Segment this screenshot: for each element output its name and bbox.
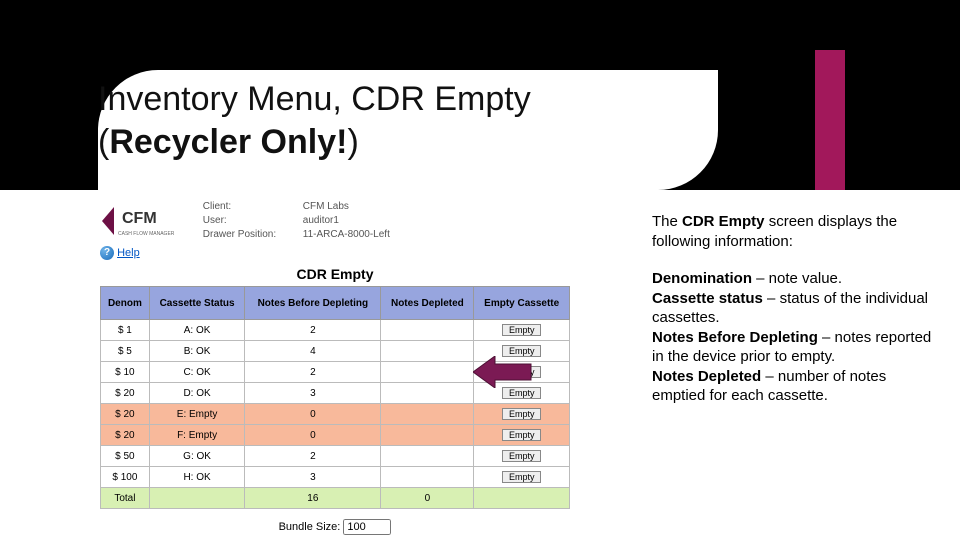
cell-status: F: Empty xyxy=(149,425,245,446)
cell-empty: Empty xyxy=(474,446,570,467)
cell-before: 0 xyxy=(245,425,381,446)
def-label: Notes Depleted xyxy=(652,368,761,385)
cell-before: 4 xyxy=(245,341,381,362)
cell-status: A: OK xyxy=(149,320,245,341)
intro-a: The xyxy=(652,213,682,230)
cell-empty: Empty xyxy=(474,320,570,341)
table-title: CDR Empty xyxy=(100,266,570,282)
cell-depleted xyxy=(381,362,474,383)
cell-status: G: OK xyxy=(149,446,245,467)
col-cassette-status: Cassette Status xyxy=(149,287,245,320)
cell-denom: $ 20 xyxy=(101,383,150,404)
cell-depleted xyxy=(381,467,474,488)
col-notes-depleted: Notes Depleted xyxy=(381,287,474,320)
cell-denom: $ 100 xyxy=(101,467,150,488)
accent-tab xyxy=(815,50,845,190)
empty-row-button[interactable]: Empty xyxy=(502,408,542,420)
table-row: $ 20D: OK3 Empty xyxy=(101,383,570,404)
cell-denom: $ 5 xyxy=(101,341,150,362)
cell-denom: $ 1 xyxy=(101,320,150,341)
cfm-logo: CFM CASH FLOW MANAGER xyxy=(100,203,188,239)
kv-drawer-val: 11-ARCA-8000-Left xyxy=(303,229,390,240)
table-row: $ 50G: OK2 Empty xyxy=(101,446,570,467)
cell-denom: $ 50 xyxy=(101,446,150,467)
empty-row-button[interactable]: Empty xyxy=(502,366,542,378)
app-header-kv: Client:CFM Labs User:auditor1 Drawer Pos… xyxy=(203,200,390,242)
title-bold: Recycler Only! xyxy=(109,123,347,161)
bundle-size-input[interactable] xyxy=(343,519,391,535)
cell-depleted xyxy=(381,320,474,341)
app-header: CFM CASH FLOW MANAGER Client:CFM Labs Us… xyxy=(100,200,570,242)
definitions-paragraph: Denomination – note value. Cassette statu… xyxy=(652,269,932,406)
cell-depleted xyxy=(381,425,474,446)
intro-paragraph: The CDR Empty screen displays the follow… xyxy=(652,212,932,251)
empty-row-button[interactable]: Empty xyxy=(502,345,542,357)
title-suffix: ) xyxy=(347,123,358,161)
cell-before: 2 xyxy=(245,446,381,467)
cell-empty: Empty xyxy=(474,467,570,488)
app-screenshot: CFM CASH FLOW MANAGER Client:CFM Labs Us… xyxy=(100,200,570,540)
bundle-label: Bundle Size: xyxy=(279,521,341,533)
explanation-text: The CDR Empty screen displays the follow… xyxy=(652,212,932,424)
cell-denom: $ 20 xyxy=(101,404,150,425)
empty-row-button[interactable]: Empty xyxy=(502,324,542,336)
table-total-row: Total 160 xyxy=(101,488,570,509)
empty-row-button[interactable]: Empty xyxy=(502,450,542,462)
cell-empty: Empty xyxy=(474,404,570,425)
cell-status: E: Empty xyxy=(149,404,245,425)
cell-depleted xyxy=(381,341,474,362)
logo-caption: CASH FLOW MANAGER xyxy=(118,231,175,237)
kv-drawer-key: Drawer Position: xyxy=(203,228,303,242)
def-label: Cassette status xyxy=(652,290,763,307)
cell-denom: $ 10 xyxy=(101,362,150,383)
empty-row-button[interactable]: Empty xyxy=(502,471,542,483)
table-row: $ 10C: OK2 Empty xyxy=(101,362,570,383)
kv-user-val: auditor1 xyxy=(303,215,339,226)
cell-status: B: OK xyxy=(149,341,245,362)
cell-status: D: OK xyxy=(149,383,245,404)
table-row: $ 100H: OK3 Empty xyxy=(101,467,570,488)
total-cell xyxy=(149,488,245,509)
cell-status: C: OK xyxy=(149,362,245,383)
help-icon[interactable]: ? xyxy=(100,246,114,260)
svg-text:CFM: CFM xyxy=(122,210,157,227)
cell-depleted xyxy=(381,404,474,425)
cell-before: 2 xyxy=(245,362,381,383)
cell-before: 3 xyxy=(245,467,381,488)
slide-title: Inventory Menu, CDR Empty (Recycler Only… xyxy=(98,78,678,163)
empty-row-button[interactable]: Empty xyxy=(502,387,542,399)
total-cell: 0 xyxy=(381,488,474,509)
empty-row-button[interactable]: Empty xyxy=(502,429,542,441)
table-row: $ 20F: Empty0 Empty xyxy=(101,425,570,446)
cell-empty: Empty xyxy=(474,362,570,383)
col-denom: Denom xyxy=(101,287,150,320)
intro-bold: CDR Empty xyxy=(682,213,765,230)
cell-empty: Empty xyxy=(474,425,570,446)
total-cell xyxy=(474,488,570,509)
def-body: – note value. xyxy=(752,270,842,287)
table-row: $ 5B: OK4 Empty xyxy=(101,341,570,362)
cell-depleted xyxy=(381,383,474,404)
cell-before: 0 xyxy=(245,404,381,425)
help-link[interactable]: Help xyxy=(117,247,140,259)
col-empty-cassette: Empty Cassette xyxy=(474,287,570,320)
table-row: $ 20E: Empty0 Empty xyxy=(101,404,570,425)
def-label: Notes Before Depleting xyxy=(652,329,818,346)
table-row: $ 1A: OK2 Empty xyxy=(101,320,570,341)
cdr-empty-table: Denom Cassette Status Notes Before Deple… xyxy=(100,286,570,509)
cell-denom: $ 20 xyxy=(101,425,150,446)
col-notes-before: Notes Before Depleting xyxy=(245,287,381,320)
cell-empty: Empty xyxy=(474,383,570,404)
kv-client-val: CFM Labs xyxy=(303,201,349,212)
cell-status: H: OK xyxy=(149,467,245,488)
cell-before: 3 xyxy=(245,383,381,404)
cell-before: 2 xyxy=(245,320,381,341)
cell-depleted xyxy=(381,446,474,467)
total-cell: 16 xyxy=(245,488,381,509)
total-cell: Total xyxy=(101,488,150,509)
kv-user-key: User: xyxy=(203,214,303,228)
cell-empty: Empty xyxy=(474,341,570,362)
def-label: Denomination xyxy=(652,270,752,287)
kv-client-key: Client: xyxy=(203,200,303,214)
